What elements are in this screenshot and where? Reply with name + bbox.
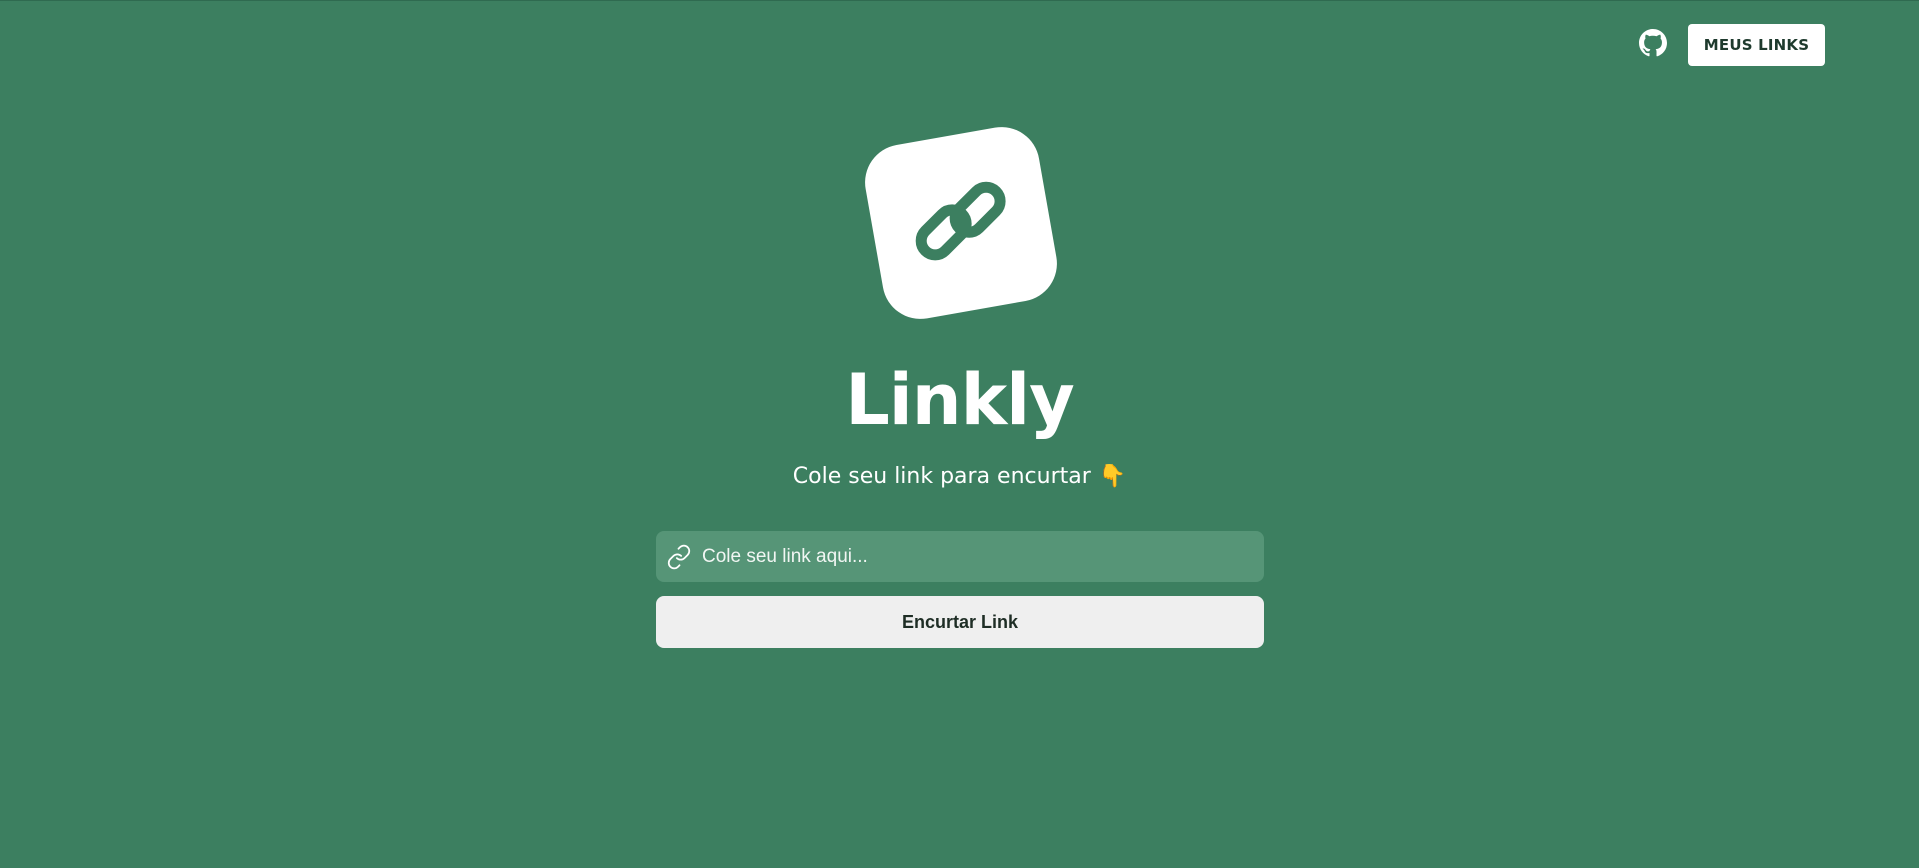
github-link[interactable] — [1638, 28, 1668, 62]
shorten-link-button[interactable]: Encurtar Link — [656, 596, 1264, 648]
url-input-container[interactable] — [656, 530, 1264, 583]
url-input[interactable] — [692, 530, 1264, 583]
my-links-button[interactable]: MEUS LINKS — [1688, 24, 1825, 66]
github-icon — [1639, 28, 1667, 62]
top-border — [0, 0, 1919, 1]
subtitle: Cole seu link para encurtar 👇 — [0, 462, 1919, 492]
header-actions: MEUS LINKS — [1638, 24, 1825, 66]
logo — [851, 113, 1069, 331]
pointing-down-icon: 👇 — [1098, 464, 1127, 489]
link-icon — [666, 544, 692, 570]
subtitle-text: Cole seu link para encurtar — [792, 464, 1091, 489]
chain-link-icon — [891, 151, 1031, 295]
logo-card — [859, 121, 1063, 325]
app-title: Linkly — [845, 359, 1075, 441]
